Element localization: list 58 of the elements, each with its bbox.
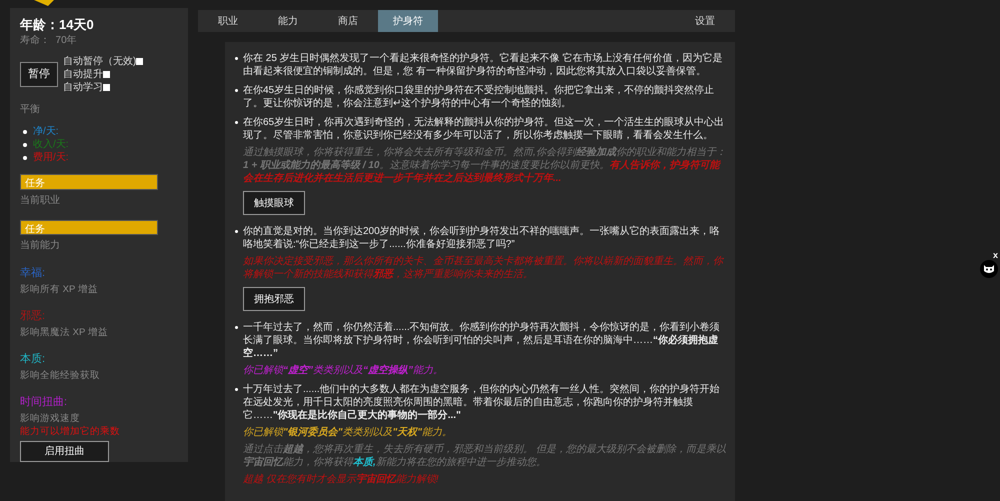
progress-caption: 当前能力 — [20, 238, 61, 254]
progress-label: 任务 — [25, 177, 45, 191]
cat-icon[interactable] — [980, 260, 998, 278]
bullet-icon — [23, 142, 27, 146]
story-text: 在你65岁生日时，你再次遇到奇怪的，无法解释的颤抖从你的护身符。但这一次，一个活生生的眼球从中心出现了。尽管非常害怕，你意识到你已经没有多少年可以活了，所以你考虑触摸一下眼睛，看看会发生什么。 — [243, 116, 726, 142]
stat-description: 影响全能经验获取 — [20, 369, 101, 382]
note-text: 你已解锁“虚空”类类别以及“虚空操纵”能力。 — [243, 364, 444, 377]
warp-button[interactable]: 启用扭曲 — [20, 441, 109, 462]
toggle-label: 自动暂停（无效) — [63, 55, 136, 68]
tab[interactable]: 职业 — [198, 10, 258, 32]
stat-warning: 能力可以增加它的乘数 — [20, 425, 121, 438]
bullet-icon — [235, 388, 238, 391]
tab[interactable]: 商店 — [318, 10, 378, 32]
story-text: 你在 25 岁生日时偶然发现了一个看起来很奇怪的护身符。它看起来不像 它在市场上没有任何价值，因为它是由看起来很便宜的铜制成的。但是，您 有一种保留护身符的奇怪冲动，因此您将其放入口袋以妥善保管。 — [243, 52, 724, 78]
tab[interactable]: 护身符 — [378, 10, 438, 32]
balance-item: 收入/天: — [33, 138, 69, 151]
checkbox[interactable] — [103, 84, 110, 91]
story-text: 十万年过去了......他们中的大多数人都在为虚空服务，但你的内心仍然有一丝人性。突然间，你的护身符开始在远处发光，用千日太阳的亮度照亮你周围的黑暗。带着你最后的自由意志，你跑向你的护身符并触摸它……"你现在是比你自己更大的事物的一部分..." — [243, 383, 721, 422]
progress-label: 任务 — [25, 222, 45, 237]
stat-name: 本质: — [20, 352, 46, 366]
close-icon[interactable]: x — [992, 250, 998, 260]
toggle-label: 自动学习 — [63, 81, 103, 94]
logo-icon — [34, 0, 54, 6]
note-text: 超越 仅在您有时才会显示宇宙回忆能力解锁! — [243, 473, 440, 486]
lifespan-label: 寿命： 70年 — [20, 34, 78, 48]
checkbox[interactable] — [103, 71, 110, 78]
stat-name: 时间扭曲: — [20, 395, 68, 410]
note-text: 如果你决定接受邪恶，那么你所有的关卡、金币甚至最高关卡都将被重置。你将以崭新的面貌重生。然而，你将解锁一个新的技能线和获得邪恶，这将严重影响你未来的生活。 — [243, 255, 725, 281]
action-button[interactable]: 触摸眼球 — [243, 191, 305, 215]
tab[interactable]: 设置 — [675, 10, 735, 32]
bullet-icon — [235, 230, 238, 233]
bullet-icon — [235, 57, 238, 60]
action-button[interactable]: 拥抱邪恶 — [243, 287, 305, 311]
stat-name: 邪恶: — [20, 309, 46, 324]
balance-label: 平衡 — [20, 103, 41, 117]
tab[interactable]: 能力 — [258, 10, 318, 32]
story-text: 在你45岁生日的时候，你感觉到你口袋里的护身符在不受控制地颤抖。你把它拿出来，不停的颤抖突然停止了。更让你惊讶的是，你会注意到↵这个护身符的中心有一个奇怪的蚀刻。 — [243, 84, 716, 110]
bullet-icon — [235, 326, 238, 329]
checkbox[interactable] — [136, 58, 144, 65]
note-text: 通过触摸眼球，你将获得重生，你将会失去所有等级和金币。然而,你会得到经验加成你的职业和能力相当于： 1 + 职业或能力的最高等级 / 10。这意味着你学习每一件事的速度要比你以前更快。有人告诉你，护身符可能会在生存后进化并在生活后更进一步千年并在之后达到最终形式十万年... — [243, 146, 727, 185]
story-text: 一千年过去了，然而，你仍然活着......不知何故。你感到你的护身符再次颤抖，令你惊讶的是，你看到小卷须长满了眼球。当你即将放下护身符时，你会听到可怕的尖叫声，然后是耳语在你的脑海中……“你必须拥抱虚空……” — [243, 321, 721, 360]
stat-description: 影响所有 XP 增益 — [20, 283, 99, 296]
note-text: 你已解锁"银河委员会"类类别以及"天权"能力。 — [243, 426, 453, 439]
story-text: 你的直觉是对的。当你到达200岁的时候，你会听到护身符发出不祥的嗤嗤声。一张嘴从它的表面露出来，咯咯地笑着说:“你已经走到这一步了......你准备好迎接邪恶了吗?” — [243, 225, 721, 251]
stat-name: 幸福: — [20, 266, 46, 280]
bullet-icon — [23, 130, 27, 134]
bullet-icon — [23, 156, 27, 160]
bullet-icon — [235, 121, 238, 124]
toggle-label: 自动提升 — [63, 68, 103, 81]
age-label: 年龄：14天0 — [20, 16, 95, 34]
progress-caption: 当前职业 — [20, 194, 61, 208]
stat-description: 影响黑魔法 XP 增益 — [20, 326, 109, 340]
balance-item: 净/天: — [33, 125, 59, 138]
bullet-icon — [235, 89, 238, 92]
note-text: 通过点击超越，您将再次重生，失去所有硬币，邪恶和当前级别。 但是，您的最大级别不会被删除，而是乘以宇宙回忆能力，你将获得本质,新能力将在您的旅程中进一步推动您。 — [243, 443, 727, 469]
balance-item: 费用/天: — [33, 151, 69, 164]
stat-description: 影响游戏速度 — [20, 412, 81, 426]
pause-button[interactable]: 暂停 — [20, 62, 58, 87]
